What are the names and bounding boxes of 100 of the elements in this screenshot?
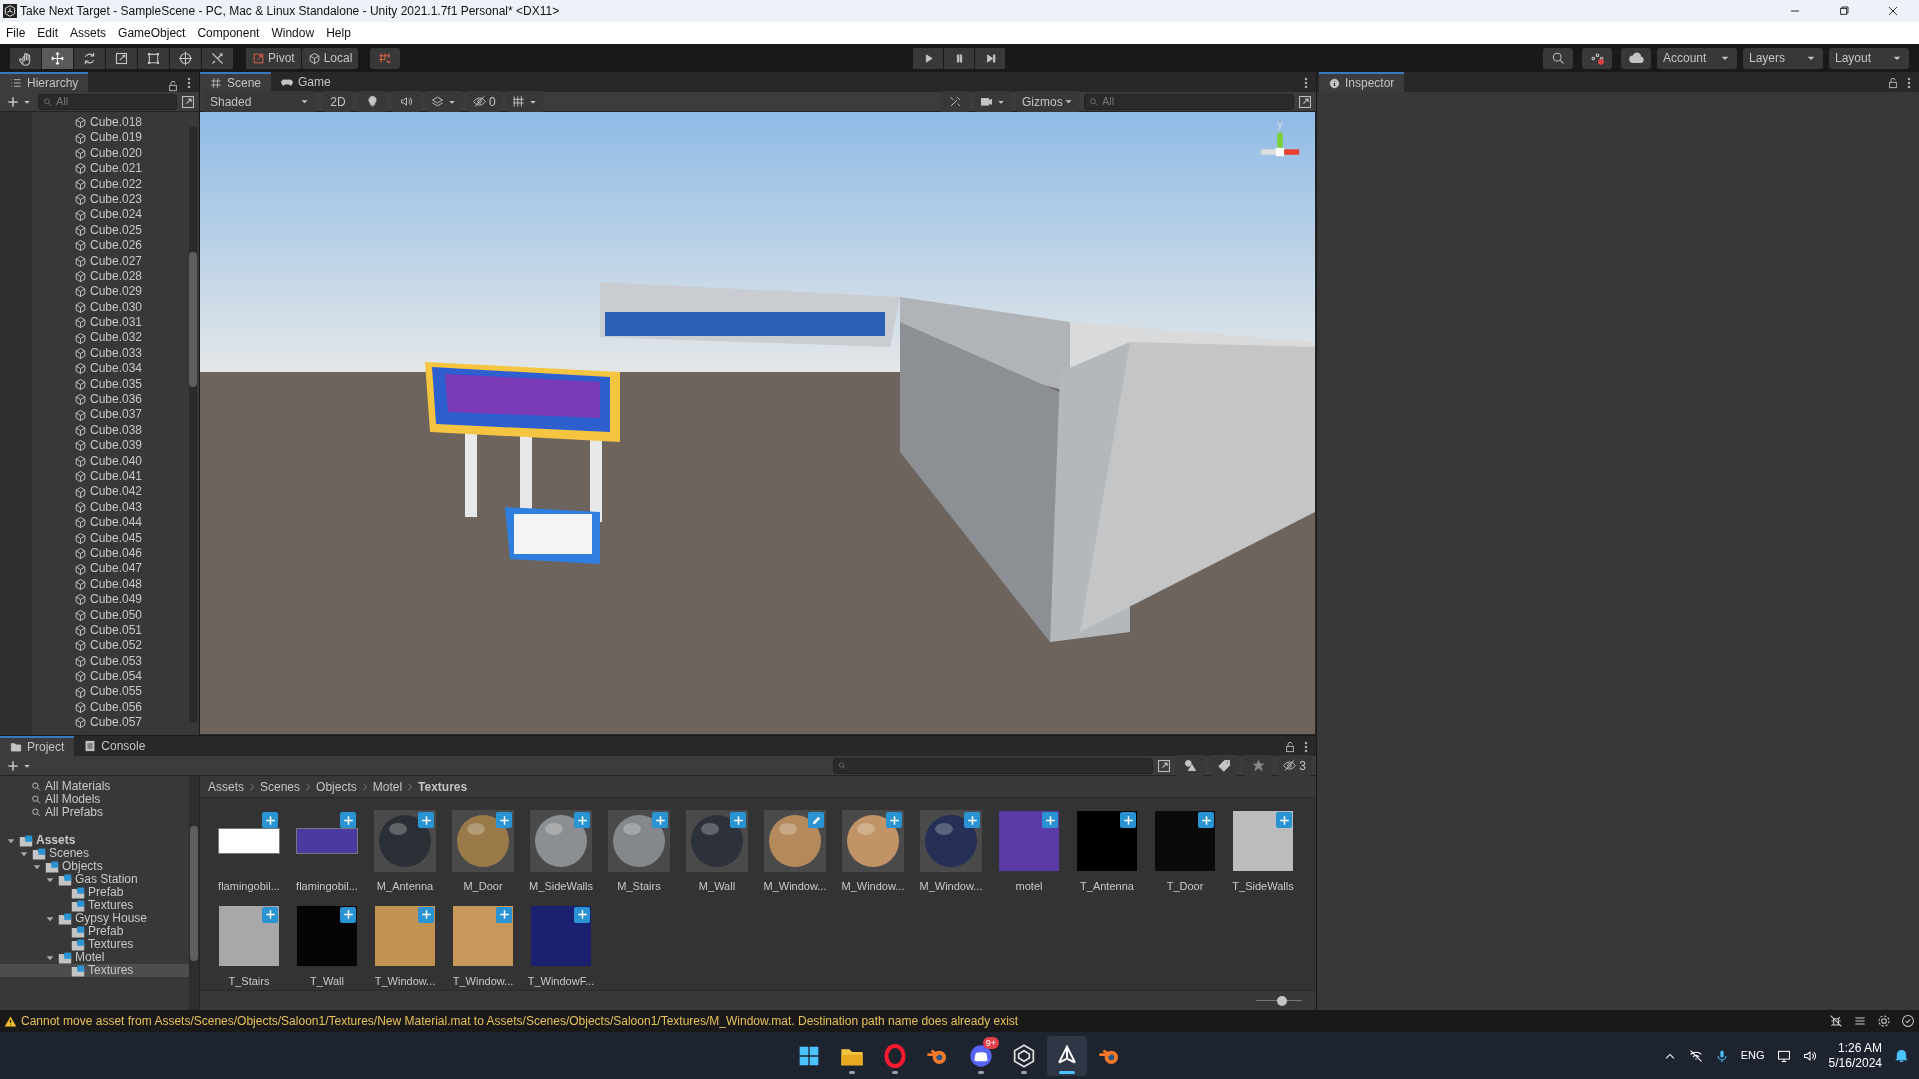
saved-search-item[interactable]: All Materials bbox=[45, 780, 111, 793]
hierarchy-item[interactable]: Cube.043 bbox=[90, 499, 143, 516]
material-preview[interactable] bbox=[379, 815, 431, 867]
asset-name[interactable]: T_WindowF... bbox=[527, 972, 595, 989]
hierarchy-item[interactable]: Cube.020 bbox=[90, 145, 143, 162]
local-button[interactable]: Local bbox=[301, 47, 359, 69]
panel-tab[interactable]: Project bbox=[0, 736, 75, 756]
hierarchy-item[interactable]: Cube.021 bbox=[90, 161, 143, 177]
search-window-icon[interactable] bbox=[181, 94, 195, 109]
audio-button[interactable] bbox=[391, 91, 421, 112]
asset-name[interactable]: T_Door bbox=[1166, 878, 1204, 895]
asset-name[interactable]: T_Window... bbox=[374, 972, 436, 989]
asset-name[interactable]: M_Window... bbox=[919, 878, 983, 895]
hierarchy-item[interactable]: Cube.056 bbox=[90, 699, 143, 716]
hierarchy-item[interactable]: Cube.035 bbox=[90, 376, 143, 393]
hierarchy-item[interactable]: Cube.025 bbox=[90, 222, 143, 239]
scrollbar[interactable] bbox=[189, 127, 197, 723]
layers-dropdown[interactable]: Layers bbox=[1743, 47, 1823, 69]
menu-item[interactable]: Component bbox=[191, 22, 266, 44]
hierarchy-item[interactable]: Cube.052 bbox=[90, 638, 143, 654]
breadcrumb-item[interactable]: Textures bbox=[418, 777, 468, 796]
notifications-icon[interactable] bbox=[1894, 1048, 1909, 1063]
hierarchy-item[interactable]: Cube.048 bbox=[90, 576, 143, 593]
texture-thumbnail[interactable] bbox=[219, 905, 279, 966]
search-window-icon[interactable] bbox=[1157, 758, 1172, 773]
asset-name[interactable]: T_Antenna bbox=[1080, 878, 1134, 895]
hierarchy-item[interactable]: Cube.036 bbox=[90, 392, 143, 408]
material-preview[interactable] bbox=[925, 815, 977, 867]
rect-tool-button[interactable] bbox=[138, 47, 169, 69]
asset-name[interactable]: M_Window... bbox=[841, 878, 905, 895]
breadcrumb-item[interactable]: Assets bbox=[208, 777, 244, 796]
camera-dropdown[interactable] bbox=[974, 91, 1012, 112]
lock-icon[interactable] bbox=[167, 80, 179, 92]
saved-search-item[interactable]: All Prefabs bbox=[45, 806, 104, 819]
asset-name[interactable]: T_Window... bbox=[452, 972, 514, 989]
menu-item[interactable]: Window bbox=[265, 22, 321, 44]
transform-tool-button[interactable] bbox=[170, 47, 201, 69]
asset-name[interactable]: M_Wall bbox=[698, 878, 736, 895]
material-preview[interactable] bbox=[535, 815, 587, 867]
hierarchy-item[interactable]: Cube.047 bbox=[90, 561, 143, 577]
menu-item[interactable]: File bbox=[0, 22, 32, 44]
layout-dropdown[interactable]: Layout bbox=[1829, 47, 1909, 69]
hierarchy-item[interactable]: Cube.032 bbox=[90, 330, 143, 346]
tools-button[interactable] bbox=[940, 91, 970, 112]
hierarchy-item[interactable]: Cube.039 bbox=[90, 438, 143, 454]
taskbar-app-button[interactable]: 9+ bbox=[961, 1035, 1001, 1076]
hierarchy-item[interactable]: Cube.018 bbox=[90, 115, 143, 131]
hierarchy-item[interactable]: Cube.019 bbox=[90, 130, 143, 146]
pivot-button[interactable]: Pivot bbox=[246, 47, 301, 69]
asset-name[interactable]: motel bbox=[1015, 878, 1043, 895]
filter-by-label-button[interactable] bbox=[1209, 755, 1240, 776]
hierarchy-item[interactable]: Cube.024 bbox=[90, 207, 143, 223]
scale-tool-button[interactable] bbox=[106, 47, 137, 69]
check-icon[interactable] bbox=[1901, 1014, 1915, 1028]
asset-name[interactable]: M_Window... bbox=[763, 878, 827, 895]
scrollbar-thumb[interactable] bbox=[190, 826, 198, 961]
texture-thumbnail[interactable] bbox=[297, 905, 357, 966]
hierarchy-item[interactable]: Cube.054 bbox=[90, 669, 143, 685]
texture-thumbnail[interactable] bbox=[453, 905, 513, 966]
hierarchy-item[interactable]: Cube.053 bbox=[90, 653, 143, 670]
asset-name[interactable]: M_Antenna bbox=[376, 878, 434, 895]
move-tool-button[interactable] bbox=[42, 47, 73, 69]
folder-tree-item[interactable]: Gypsy House bbox=[75, 912, 148, 925]
panel-tab[interactable]: Console bbox=[74, 736, 156, 756]
menu-item[interactable]: Assets bbox=[64, 22, 113, 44]
folder-tree-item[interactable]: Objects bbox=[62, 860, 103, 873]
rotate-tool-button[interactable] bbox=[74, 47, 105, 69]
folder-tree-item[interactable]: Textures bbox=[88, 938, 134, 951]
hierarchy-item[interactable]: Cube.034 bbox=[90, 361, 143, 377]
volume-icon[interactable] bbox=[1802, 1048, 1817, 1063]
texture-thumbnail[interactable] bbox=[375, 905, 435, 966]
hierarchy-item[interactable]: Cube.037 bbox=[90, 407, 143, 423]
breadcrumb-item[interactable]: Motel bbox=[372, 777, 403, 796]
hierarchy-item[interactable]: Cube.042 bbox=[90, 484, 143, 500]
lighting-button[interactable] bbox=[357, 91, 387, 112]
folder-tree-item[interactable]: Textures bbox=[88, 899, 134, 912]
search-window-icon[interactable] bbox=[1298, 94, 1312, 109]
step-button[interactable] bbox=[975, 47, 1005, 69]
hierarchy-item[interactable]: Cube.030 bbox=[90, 299, 143, 316]
clock-time[interactable]: 1:26 AM bbox=[1837, 1040, 1882, 1056]
image-thumbnail[interactable] bbox=[218, 828, 280, 854]
lock-icon[interactable] bbox=[1284, 741, 1296, 753]
filter-by-type-button[interactable] bbox=[1175, 755, 1206, 776]
material-preview[interactable] bbox=[847, 815, 899, 867]
grid-dropdown[interactable] bbox=[505, 91, 544, 112]
hierarchy-item[interactable]: Cube.038 bbox=[90, 422, 143, 439]
menu-item[interactable]: Help bbox=[320, 22, 357, 44]
texture-thumbnail[interactable] bbox=[531, 905, 591, 966]
folder-tree-item[interactable]: Gas Station bbox=[75, 873, 138, 886]
hierarchy-item[interactable]: Cube.049 bbox=[90, 592, 143, 608]
cloud-button[interactable] bbox=[1621, 47, 1651, 69]
hierarchy-item[interactable]: Cube.022 bbox=[90, 176, 143, 192]
clock-date[interactable]: 5/16/2024 bbox=[1828, 1055, 1882, 1071]
menu-item[interactable]: GameObject bbox=[112, 22, 192, 44]
menu-item[interactable]: Edit bbox=[31, 22, 65, 44]
gizmos-dropdown[interactable]: Gizmos bbox=[1016, 91, 1080, 112]
texture-thumbnail[interactable] bbox=[1155, 811, 1215, 871]
hierarchy-item[interactable]: Cube.040 bbox=[90, 453, 143, 469]
material-preview[interactable] bbox=[691, 815, 743, 867]
hierarchy-item[interactable]: Cube.031 bbox=[90, 315, 143, 331]
